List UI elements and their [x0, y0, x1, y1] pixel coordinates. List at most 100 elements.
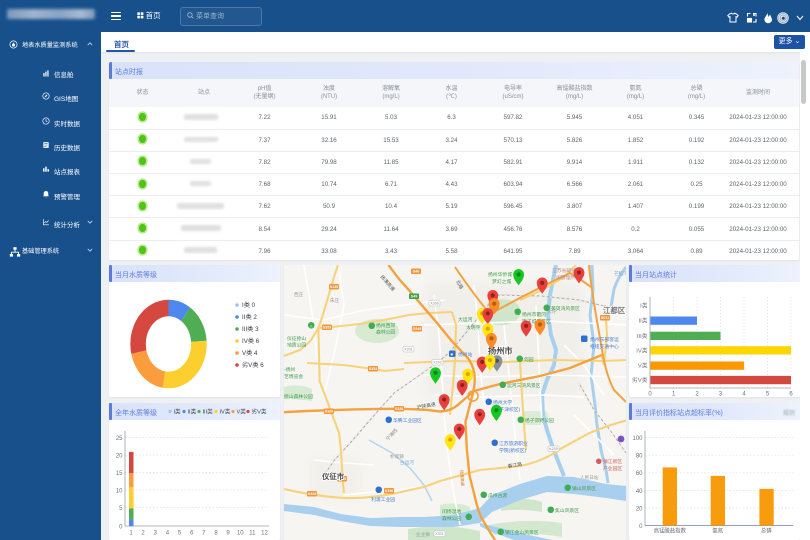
svg-text:艺博览会: 艺博览会 [284, 373, 303, 380]
svg-text:-扬州: -扬州 [284, 366, 295, 373]
svg-text:劣V类: 劣V类 [252, 408, 267, 416]
svg-text:9: 9 [226, 531, 230, 537]
svg-text:V类: V类 [638, 362, 648, 370]
svg-text:扬州华侨城: 扬州华侨城 [488, 271, 512, 278]
svg-text:学院(新校区): 学院(新校区) [499, 447, 527, 454]
svg-text:4: 4 [166, 531, 170, 537]
svg-text:朱庄: 朱庄 [330, 297, 340, 304]
svg-text:I类: I类 [174, 408, 182, 416]
svg-text:I类: I类 [640, 301, 648, 309]
svg-text:森林公园: 森林公园 [376, 329, 395, 336]
svg-text:业业镇: 业业镇 [416, 531, 430, 538]
svg-text:G40: G40 [413, 270, 420, 274]
svg-text:扬州东部客运: 扬州东部客运 [590, 336, 619, 343]
svg-text:3: 3 [154, 531, 158, 537]
svg-text:3: 3 [719, 392, 723, 398]
svg-text:氨氮: 氨氮 [712, 527, 723, 535]
svg-text:闰扬湿地: 闰扬湿地 [442, 508, 461, 515]
svg-text:K205: K205 [549, 447, 557, 451]
svg-text:G328: G328 [308, 492, 317, 496]
svg-text:茱萸湾风景区: 茱萸湾风景区 [551, 305, 580, 312]
svg-text:华腾工业园区: 华腾工业园区 [393, 417, 422, 424]
svg-text:S125: S125 [330, 285, 338, 289]
svg-text:大明寺: 大明寺 [466, 324, 481, 331]
svg-text:0: 0 [648, 392, 652, 398]
svg-text:2: 2 [695, 392, 699, 398]
svg-text:大运河: 大运河 [458, 316, 473, 323]
svg-text:产业园区: 产业园区 [603, 465, 622, 472]
svg-text:1: 1 [129, 531, 133, 537]
svg-text:江苏省邮仙: 江苏省邮仙 [552, 267, 576, 274]
svg-text:何园: 何园 [524, 356, 534, 363]
svg-text:总磷: 总磷 [761, 527, 772, 535]
svg-text:运河三湾风景区: 运河三湾风景区 [507, 382, 541, 389]
svg-text:X301: X301 [435, 532, 443, 536]
svg-text:2: 2 [141, 531, 145, 537]
svg-text:G345: G345 [413, 327, 422, 331]
svg-text:6: 6 [789, 392, 793, 398]
svg-text:7: 7 [202, 531, 206, 537]
svg-text:镇江金山风景区: 镇江金山风景区 [505, 529, 539, 536]
svg-text:S356: S356 [385, 489, 393, 493]
svg-text:江都区: 江都区 [603, 306, 626, 315]
svg-text:4: 4 [742, 392, 746, 398]
svg-text:S611: S611 [601, 316, 609, 320]
svg-text:X201: X201 [404, 348, 412, 352]
svg-text:IV类: IV类 [636, 346, 647, 354]
svg-text:地质公园: 地质公园 [287, 342, 306, 349]
svg-text:15: 15 [116, 471, 123, 477]
svg-text:II类: II类 [188, 408, 197, 416]
svg-text:捺山森林公园: 捺山森林公园 [284, 393, 313, 400]
svg-text:10: 10 [116, 488, 123, 494]
svg-text:20: 20 [116, 453, 123, 459]
svg-text:II类 2: II类 2 [242, 313, 257, 321]
svg-text:S328: S328 [325, 410, 333, 414]
svg-text:100: 100 [632, 436, 643, 442]
svg-text:10: 10 [237, 531, 244, 537]
svg-text:5: 5 [119, 506, 123, 512]
svg-text:IV类: IV类 [220, 408, 231, 416]
svg-text:60: 60 [636, 471, 643, 477]
svg-text:25: 25 [116, 436, 123, 442]
svg-text:镇江新区: 镇江新区 [603, 458, 622, 465]
svg-text:仪征市: 仪征市 [321, 472, 345, 481]
svg-text:6: 6 [190, 531, 194, 537]
svg-text:人民日站: 人民日站 [580, 474, 599, 481]
svg-text:III类: III类 [637, 332, 648, 340]
svg-text:0: 0 [639, 524, 643, 530]
svg-text:扬子郊野公园: 扬子郊野公园 [525, 417, 554, 424]
svg-text:森林公园: 森林公园 [442, 515, 461, 522]
svg-text:高锰酸盐指数: 高锰酸盐指数 [654, 527, 687, 535]
svg-text:扬州市衢冈: 扬州市衢冈 [522, 311, 546, 318]
svg-text:X306: X306 [430, 302, 438, 306]
svg-text:西庄: 西庄 [294, 291, 304, 298]
svg-text:芒稻河: 芒稻河 [614, 270, 626, 277]
svg-text:劣V类: 劣V类 [632, 376, 648, 384]
svg-text:S328: S328 [395, 407, 403, 411]
svg-text:V类 4: V类 4 [242, 349, 258, 357]
svg-text:I类 0: I类 0 [242, 301, 256, 309]
svg-text:12: 12 [261, 531, 268, 537]
svg-text:11: 11 [249, 531, 256, 537]
svg-text:40: 40 [636, 489, 643, 495]
svg-text:梦幻之城: 梦幻之城 [492, 278, 511, 285]
svg-text:X202: X202 [433, 361, 441, 365]
svg-text:5: 5 [766, 392, 770, 398]
svg-text:III类 3: III类 3 [242, 325, 259, 333]
svg-text:8: 8 [214, 531, 218, 537]
svg-text:利浦工业园: 利浦工业园 [371, 496, 395, 503]
svg-text:镇山风景区: 镇山风景区 [572, 485, 596, 492]
svg-text:V类: V类 [237, 408, 247, 416]
svg-text:1: 1 [672, 392, 676, 398]
svg-text:闲管理所: 闲管理所 [556, 274, 575, 281]
svg-text:S49: S49 [411, 295, 417, 299]
svg-text:0: 0 [119, 524, 123, 530]
svg-text:古运河: 古运河 [400, 459, 414, 466]
svg-text:瓜州古渡: 瓜州古渡 [488, 492, 507, 499]
svg-text:扬州站: 扬州站 [458, 351, 473, 358]
svg-text:IV类 6: IV类 6 [242, 337, 260, 345]
svg-text:扬州西郊: 扬州西郊 [376, 322, 395, 329]
svg-text:S353: S353 [323, 326, 331, 330]
svg-text:5: 5 [178, 531, 182, 537]
svg-text:朴席镇: 朴席镇 [390, 453, 404, 460]
